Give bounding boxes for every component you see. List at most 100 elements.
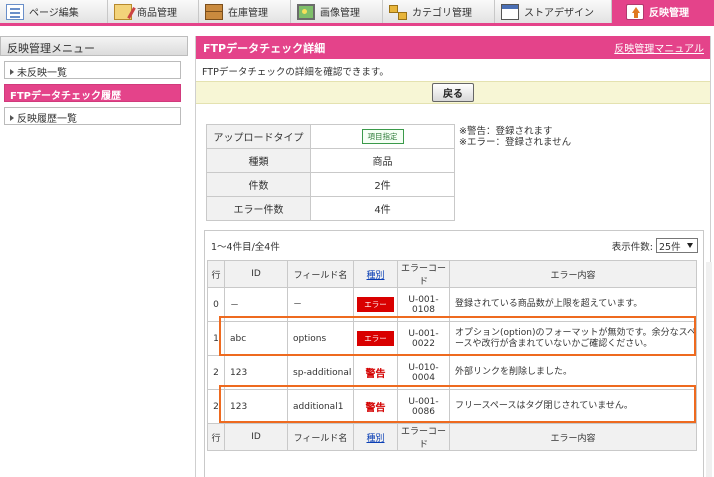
scrollbar[interactable] <box>706 262 712 477</box>
main-header: FTPデータチェック詳細 反映管理マニュアル <box>196 36 710 59</box>
tab-store-design[interactable]: ストアデザイン <box>495 0 612 23</box>
row-id: － <box>224 287 288 322</box>
error-badge: エラー <box>357 297 394 312</box>
tab-label: 商品管理 <box>137 8 177 19</box>
error-badge: エラー <box>357 331 394 346</box>
table-row: 2 123 additional1 警告 U-001-0086 フリースペースは… <box>207 389 697 424</box>
sidebar-item-reflect-history[interactable]: 反映履歴一覧 <box>4 107 181 125</box>
info-value: 商品 <box>310 148 455 173</box>
col-code: エラーコード <box>397 423 450 451</box>
info-key: アップロードタイプ <box>206 124 311 149</box>
row-code: U-001-0108 <box>397 287 450 322</box>
category-icon <box>389 4 407 20</box>
row-number: 2 <box>207 389 225 424</box>
col-row: 行 <box>207 260 225 288</box>
col-id: ID <box>224 260 288 288</box>
info-row: アップロードタイプ 項目指定 <box>206 124 455 149</box>
table-header-row: 行 ID フィールド名 種別 エラーコード エラー内容 <box>207 260 697 288</box>
upload-type-badge: 項目指定 <box>361 129 404 144</box>
tab-reflect[interactable]: 反映管理 <box>612 0 714 23</box>
table-footer-row: 行 ID フィールド名 種別 エラーコード エラー内容 <box>207 423 697 451</box>
sort-kind-link[interactable]: 種別 <box>353 423 398 451</box>
per-page-label: 表示件数: <box>611 241 653 253</box>
row-number: 0 <box>207 287 225 322</box>
tab-label: 在庫管理 <box>228 8 268 19</box>
note-error: ※エラー：登録されません <box>459 137 572 148</box>
store-design-icon <box>501 3 519 20</box>
info-row: エラー件数 4件 <box>206 196 455 221</box>
col-field: フィールド名 <box>287 260 354 288</box>
page-title: FTPデータチェック詳細 <box>203 41 326 55</box>
col-field: フィールド名 <box>287 423 354 451</box>
row-message: フリースペースはタグ閉じされていません。 <box>449 389 697 424</box>
col-id: ID <box>224 423 288 451</box>
triangle-right-icon <box>10 69 14 75</box>
row-kind: 警告 <box>353 355 398 390</box>
product-icon <box>114 3 132 20</box>
page-edit-icon <box>6 3 24 20</box>
tab-label: 画像管理 <box>320 8 360 19</box>
tab-label: 反映管理 <box>649 8 689 19</box>
warning-label: 警告 <box>365 403 386 414</box>
row-kind: 警告 <box>353 389 398 424</box>
inventory-icon <box>205 3 223 20</box>
tab-label: ページ編集 <box>29 8 79 19</box>
back-bar: 戻る <box>196 81 710 104</box>
col-code: エラーコード <box>397 260 450 288</box>
warning-label: 警告 <box>365 369 386 380</box>
row-kind: エラー <box>353 287 398 322</box>
row-message: オプション(option)のフォーマットが無効です。余分なスペースや改行が含まれ… <box>449 321 697 356</box>
error-list-panel: 1〜4件目/全4件 表示件数: 25件 行 ID フィールド名 種別 エラーコー… <box>204 230 704 477</box>
result-count: 1〜4件目/全4件 <box>211 241 280 253</box>
per-page-select[interactable]: 25件 <box>656 238 698 253</box>
row-code: U-001-0022 <box>397 321 450 356</box>
tab-inventory[interactable]: 在庫管理 <box>199 0 291 23</box>
manual-link[interactable]: 反映管理マニュアル <box>614 40 704 55</box>
triangle-right-icon <box>10 115 14 121</box>
info-table: アップロードタイプ 項目指定 種類 商品 件数 2件 エラー件数 4件 <box>206 124 455 221</box>
sidebar-item-ftp-check-history[interactable]: FTPデータチェック履歴 <box>4 84 181 102</box>
tab-image[interactable]: 画像管理 <box>291 0 383 23</box>
row-field: － <box>287 287 354 322</box>
table-row: 2 123 sp-additional 警告 U-010-0004 外部リンクを… <box>207 355 697 390</box>
per-page-value: 25件 <box>659 241 681 253</box>
page-description: FTPデータチェックの詳細を確認できます。 <box>202 67 389 78</box>
sidebar: 反映管理メニュー 未反映一覧 FTPデータチェック履歴 反映履歴一覧 <box>0 36 188 125</box>
note-warning: ※警告：登録されます <box>459 126 553 137</box>
tab-category[interactable]: カテゴリ管理 <box>383 0 495 23</box>
info-row: 件数 2件 <box>206 172 455 197</box>
info-value: 2件 <box>310 172 455 197</box>
row-field: additional1 <box>287 389 354 424</box>
row-message: 外部リンクを削除しました。 <box>449 355 697 390</box>
list-toolbar: 1〜4件目/全4件 表示件数: 25件 <box>205 231 703 260</box>
info-key: エラー件数 <box>206 196 311 221</box>
tab-label: ストアデザイン <box>524 8 594 19</box>
row-id: 123 <box>224 355 288 390</box>
row-code: U-010-0004 <box>397 355 450 390</box>
tab-label: カテゴリ管理 <box>412 8 472 19</box>
sidebar-item-unreflected[interactable]: 未反映一覧 <box>4 61 181 79</box>
tab-product[interactable]: 商品管理 <box>108 0 199 23</box>
info-value: 4件 <box>310 196 455 221</box>
image-icon <box>297 3 315 20</box>
legend-notes: ※警告：登録されます ※エラー：登録されません <box>459 126 571 148</box>
sidebar-item-label: 未反映一覧 <box>17 68 67 79</box>
col-row: 行 <box>207 423 225 451</box>
back-button[interactable]: 戻る <box>432 83 474 102</box>
row-field: options <box>287 321 354 356</box>
main-panel: FTPデータチェック詳細 反映管理マニュアル FTPデータチェックの詳細を確認で… <box>195 36 711 477</box>
sort-kind-link[interactable]: 種別 <box>353 260 398 288</box>
row-field: sp-additional <box>287 355 354 390</box>
error-table: 行 ID フィールド名 種別 エラーコード エラー内容 0 － － エラー U-… <box>207 260 697 451</box>
info-key: 件数 <box>206 172 311 197</box>
tab-page-edit[interactable]: ページ編集 <box>0 0 108 23</box>
col-message: エラー内容 <box>449 423 697 451</box>
per-page-control: 表示件数: 25件 <box>612 238 698 253</box>
sidebar-title: 反映管理メニュー <box>0 36 188 56</box>
row-number: 2 <box>207 355 225 390</box>
row-number: 1 <box>207 321 225 356</box>
info-key: 種類 <box>206 148 311 173</box>
info-value: 項目指定 <box>310 124 455 149</box>
row-code: U-001-0086 <box>397 389 450 424</box>
row-kind: エラー <box>353 321 398 356</box>
